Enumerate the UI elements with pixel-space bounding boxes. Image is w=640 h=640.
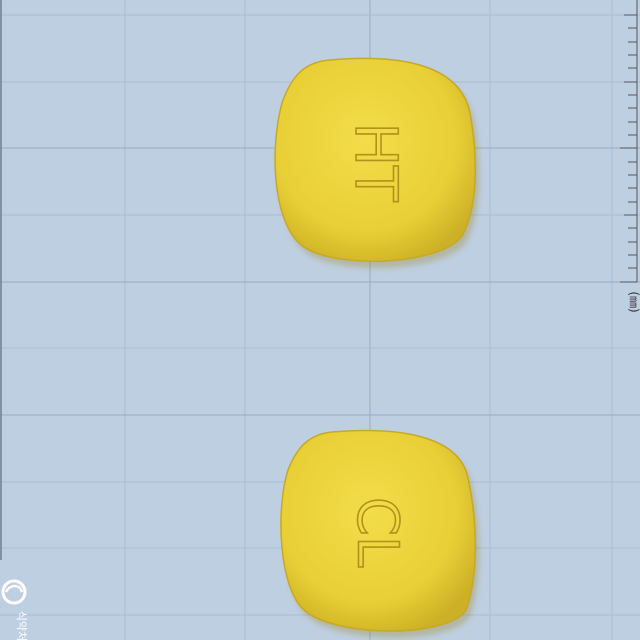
pill-photo: (㎜) HT CL 식약처: [0, 0, 640, 640]
tablet-front: HT: [274, 57, 480, 269]
tablet-back-imprint: CL: [344, 496, 411, 568]
tablet-imprint-text: HT: [342, 122, 410, 202]
tablet-front-imprint: HT: [341, 122, 411, 203]
tablet-imprint-text: CL: [345, 497, 410, 567]
tablet-back: CL: [280, 429, 480, 638]
ruler-unit-label: (㎜): [627, 291, 640, 312]
watermark-text: 식약처: [15, 611, 29, 640]
